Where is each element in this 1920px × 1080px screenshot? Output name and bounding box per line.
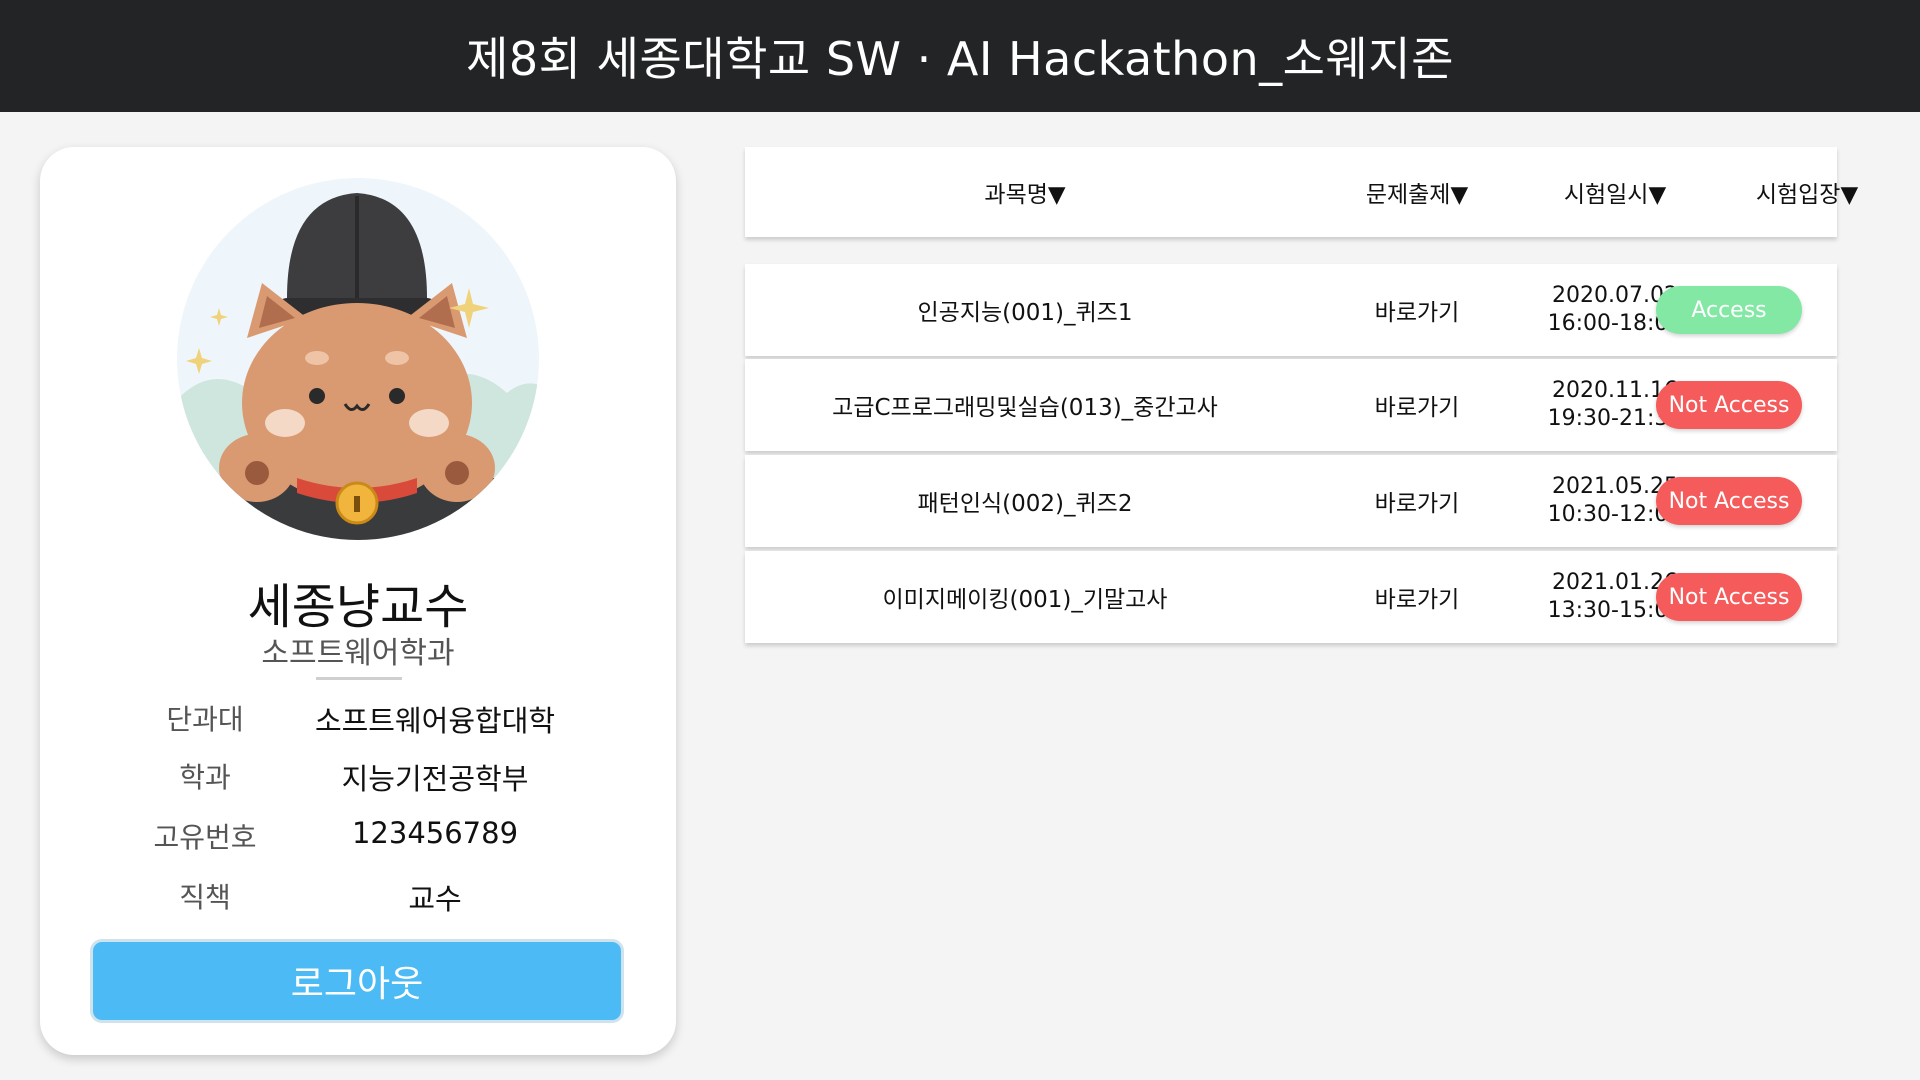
question-link[interactable]: 바로가기 xyxy=(1300,455,1534,547)
app-header: 제8회 세종대학교 SW · AI Hackathon_소웨지존 xyxy=(0,0,1920,112)
subject-name: 패턴인식(002)_퀴즈2 xyxy=(917,491,1133,517)
sort-subject-header[interactable]: 과목명▼ xyxy=(755,147,1295,237)
info-value: 123456789 xyxy=(351,816,519,850)
info-row-id: 고유번호 123456789 xyxy=(40,816,676,866)
info-row-college: 단과대 소프트웨어융합대학 xyxy=(40,698,676,748)
access-button[interactable]: Access xyxy=(1656,286,1802,334)
table-row: 패턴인식(002)_퀴즈2 바로가기 2021.05.25 10:30-12:0… xyxy=(745,455,1837,547)
divider xyxy=(316,677,402,680)
not-access-button[interactable]: Not Access xyxy=(1656,573,1802,621)
info-label: 고유번호 xyxy=(153,821,257,854)
professor-name: 세종냥교수 xyxy=(247,579,469,635)
cat-avatar-icon xyxy=(177,178,539,540)
subject-name: 인공지능(001)_퀴즈1 xyxy=(917,300,1133,326)
subject-name: 이미지메이킹(001)_기말고사 xyxy=(882,587,1168,613)
professor-department: 소프트웨어학과 xyxy=(261,636,455,671)
question-link[interactable]: 바로가기 xyxy=(1300,551,1534,643)
subject-name: 고급C프로그래밍및실습(013)_중간고사 xyxy=(832,395,1218,421)
info-value: 소프트웨어융합대학 xyxy=(314,704,556,738)
not-access-button[interactable]: Not Access xyxy=(1656,477,1802,525)
sort-question-header[interactable]: 문제출제▼ xyxy=(1300,147,1534,237)
page-title: 제8회 세종대학교 SW · AI Hackathon_소웨지존 xyxy=(466,32,1454,86)
info-label: 학과 xyxy=(179,761,231,794)
table-row: 인공지능(001)_퀴즈1 바로가기 2020.07.02 16:00-18:0… xyxy=(745,264,1837,356)
table-row: 고급C프로그래밍및실습(013)_중간고사 바로가기 2020.11.16 19… xyxy=(745,359,1837,451)
question-link[interactable]: 바로가기 xyxy=(1300,359,1534,451)
info-value: 교수 xyxy=(408,882,462,916)
exam-table-header: 과목명▼ 문제출제▼ 시험일시▼ 시험입장▼ xyxy=(745,147,1858,237)
question-link[interactable]: 바로가기 xyxy=(1300,264,1534,356)
info-row-major: 학과 지능기전공학부 xyxy=(40,756,676,806)
info-label: 직책 xyxy=(179,881,231,914)
sort-date-header[interactable]: 시험일시▼ xyxy=(1515,147,1715,237)
not-access-button[interactable]: Not Access xyxy=(1656,381,1802,429)
sort-entry-header[interactable]: 시험입장▼ xyxy=(1707,147,1907,237)
info-label: 단과대 xyxy=(166,703,244,736)
info-row-position: 직책 교수 xyxy=(40,876,676,926)
logout-button[interactable]: 로그아웃 xyxy=(90,939,624,1023)
info-value: 지능기전공학부 xyxy=(341,762,529,796)
profile-card: 세종냥교수 소프트웨어학과 단과대 소프트웨어융합대학 학과 지능기전공학부 고… xyxy=(40,147,676,1055)
table-row: 이미지메이킹(001)_기말고사 바로가기 2021.01.26 13:30-1… xyxy=(745,551,1837,643)
